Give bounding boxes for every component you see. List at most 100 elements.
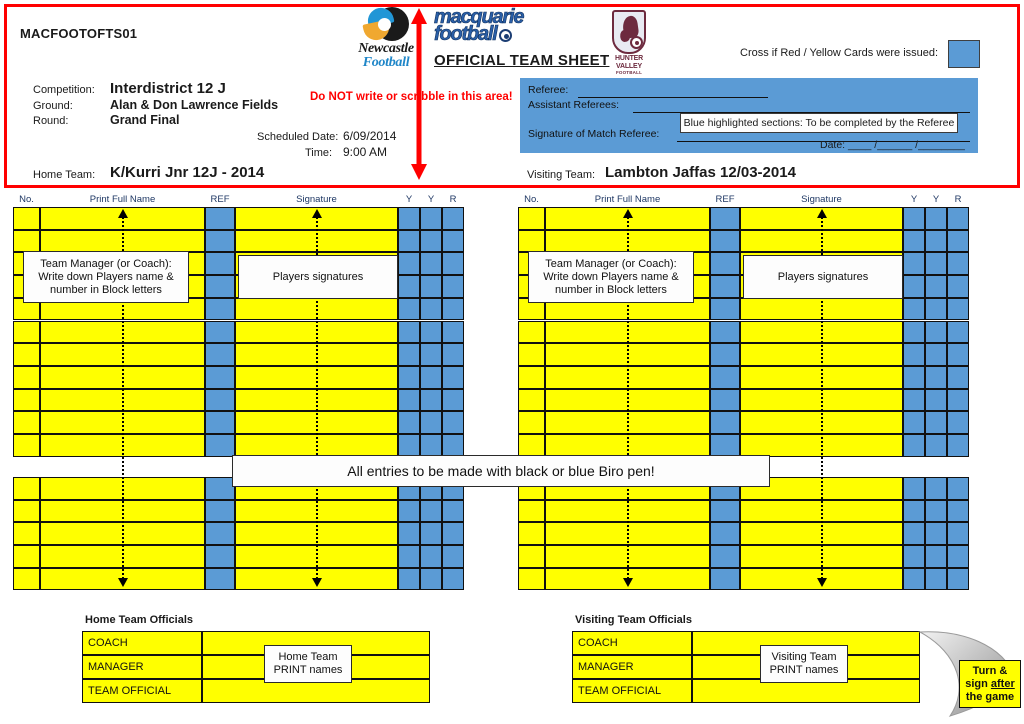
player-cell-visiting-upper-r10-c1[interactable] <box>518 411 545 434</box>
player-cell-home-upper-r11-c7[interactable] <box>442 434 464 457</box>
player-cell-home-upper-r2-c5[interactable] <box>398 229 420 253</box>
player-cell-visiting-upper-r10-c3[interactable] <box>710 411 740 434</box>
player-cell-visiting-upper-r10-c6[interactable] <box>925 411 947 434</box>
player-cell-home-upper-r5-c7[interactable] <box>442 297 464 321</box>
player-cell-home-upper-r1-c7[interactable] <box>442 207 464 230</box>
player-cell-visiting-upper-r9-c7[interactable] <box>947 388 969 412</box>
player-cell-home-upper-r9-c3[interactable] <box>205 388 235 412</box>
player-cell-visiting-upper-r11-c3[interactable] <box>710 434 740 457</box>
player-cell-home-upper-r9-c7[interactable] <box>442 388 464 412</box>
player-cell-visiting-lower-r2-c6[interactable] <box>925 499 947 523</box>
player-cell-home-lower-r3-c7[interactable] <box>442 522 464 546</box>
player-cell-visiting-upper-r7-c1[interactable] <box>518 343 545 366</box>
player-cell-visiting-upper-r10-c7[interactable] <box>947 411 969 434</box>
player-cell-home-lower-r2-c7[interactable] <box>442 499 464 523</box>
player-cell-home-upper-r3-c6[interactable] <box>420 252 442 276</box>
player-cell-visiting-upper-r6-c5[interactable] <box>903 320 925 344</box>
player-cell-home-upper-r10-c3[interactable] <box>205 411 235 434</box>
player-cell-visiting-upper-r4-c3[interactable] <box>710 275 740 298</box>
player-cell-visiting-upper-r7-c6[interactable] <box>925 343 947 366</box>
player-cell-home-upper-r1-c6[interactable] <box>420 207 442 230</box>
player-cell-home-upper-r3-c5[interactable] <box>398 252 420 276</box>
player-cell-visiting-upper-r3-c6[interactable] <box>925 252 947 276</box>
player-cell-visiting-upper-r4-c7[interactable] <box>947 275 969 298</box>
player-cell-home-lower-r4-c7[interactable] <box>442 545 464 568</box>
player-cell-home-upper-r4-c7[interactable] <box>442 275 464 298</box>
player-cell-home-upper-r10-c1[interactable] <box>13 411 40 434</box>
player-cell-home-lower-r2-c1[interactable] <box>13 499 40 523</box>
player-cell-visiting-upper-r1-c3[interactable] <box>710 207 740 230</box>
player-cell-home-upper-r8-c1[interactable] <box>13 365 40 389</box>
player-cell-home-lower-r4-c5[interactable] <box>398 545 420 568</box>
player-cell-home-upper-r7-c3[interactable] <box>205 343 235 366</box>
player-cell-home-lower-r5-c7[interactable] <box>442 567 464 591</box>
player-cell-home-upper-r6-c7[interactable] <box>442 320 464 344</box>
player-cell-home-upper-r9-c1[interactable] <box>13 388 40 412</box>
player-cell-home-lower-r2-c3[interactable] <box>205 499 235 523</box>
player-cell-home-upper-r1-c3[interactable] <box>205 207 235 230</box>
player-cell-home-lower-r2-c5[interactable] <box>398 499 420 523</box>
player-cell-visiting-upper-r5-c3[interactable] <box>710 297 740 321</box>
player-cell-home-lower-r3-c5[interactable] <box>398 522 420 546</box>
player-cell-visiting-upper-r9-c3[interactable] <box>710 388 740 412</box>
player-cell-home-upper-r8-c3[interactable] <box>205 365 235 389</box>
player-cell-visiting-lower-r5-c1[interactable] <box>518 567 545 591</box>
player-cell-visiting-upper-r2-c1[interactable] <box>518 229 545 253</box>
player-cell-visiting-upper-r4-c5[interactable] <box>903 275 925 298</box>
player-cell-visiting-upper-r11-c5[interactable] <box>903 434 925 457</box>
player-cell-home-lower-r3-c1[interactable] <box>13 522 40 546</box>
player-cell-visiting-upper-r7-c5[interactable] <box>903 343 925 366</box>
player-cell-visiting-lower-r4-c6[interactable] <box>925 545 947 568</box>
player-cell-visiting-upper-r7-c7[interactable] <box>947 343 969 366</box>
player-cell-home-upper-r11-c3[interactable] <box>205 434 235 457</box>
player-cell-visiting-lower-r3-c6[interactable] <box>925 522 947 546</box>
player-cell-visiting-lower-r1-c6[interactable] <box>925 477 947 500</box>
player-cell-visiting-lower-r3-c5[interactable] <box>903 522 925 546</box>
player-cell-visiting-lower-r4-c3[interactable] <box>710 545 740 568</box>
player-cell-visiting-upper-r6-c1[interactable] <box>518 320 545 344</box>
player-cell-visiting-lower-r1-c7[interactable] <box>947 477 969 500</box>
player-cell-visiting-lower-r5-c6[interactable] <box>925 567 947 591</box>
player-cell-visiting-lower-r4-c1[interactable] <box>518 545 545 568</box>
player-cell-home-upper-r1-c5[interactable] <box>398 207 420 230</box>
player-cell-visiting-upper-r5-c7[interactable] <box>947 297 969 321</box>
player-cell-visiting-upper-r11-c6[interactable] <box>925 434 947 457</box>
player-cell-visiting-upper-r2-c7[interactable] <box>947 229 969 253</box>
player-cell-home-upper-r8-c5[interactable] <box>398 365 420 389</box>
player-cell-visiting-lower-r2-c3[interactable] <box>710 499 740 523</box>
player-cell-visiting-lower-r1-c5[interactable] <box>903 477 925 500</box>
player-cell-visiting-upper-r3-c5[interactable] <box>903 252 925 276</box>
player-cell-home-upper-r2-c6[interactable] <box>420 229 442 253</box>
player-cell-visiting-lower-r2-c1[interactable] <box>518 499 545 523</box>
player-cell-visiting-lower-r2-c5[interactable] <box>903 499 925 523</box>
player-cell-home-lower-r5-c5[interactable] <box>398 567 420 591</box>
player-cell-home-upper-r5-c6[interactable] <box>420 297 442 321</box>
cards-issued-checkbox[interactable] <box>948 40 980 68</box>
player-cell-visiting-upper-r8-c5[interactable] <box>903 365 925 389</box>
player-cell-visiting-lower-r2-c7[interactable] <box>947 499 969 523</box>
player-cell-home-upper-r10-c7[interactable] <box>442 411 464 434</box>
player-cell-visiting-upper-r1-c7[interactable] <box>947 207 969 230</box>
player-cell-visiting-upper-r1-c6[interactable] <box>925 207 947 230</box>
player-cell-home-lower-r5-c6[interactable] <box>420 567 442 591</box>
player-cell-visiting-upper-r6-c7[interactable] <box>947 320 969 344</box>
player-cell-home-lower-r5-c1[interactable] <box>13 567 40 591</box>
player-cell-home-upper-r5-c3[interactable] <box>205 297 235 321</box>
player-cell-visiting-lower-r4-c5[interactable] <box>903 545 925 568</box>
player-cell-visiting-lower-r3-c3[interactable] <box>710 522 740 546</box>
player-cell-visiting-upper-r5-c6[interactable] <box>925 297 947 321</box>
player-cell-visiting-lower-r3-c1[interactable] <box>518 522 545 546</box>
player-cell-home-lower-r3-c6[interactable] <box>420 522 442 546</box>
player-cell-home-upper-r11-c1[interactable] <box>13 434 40 457</box>
player-cell-visiting-upper-r8-c3[interactable] <box>710 365 740 389</box>
player-cell-visiting-upper-r10-c5[interactable] <box>903 411 925 434</box>
player-cell-home-lower-r2-c6[interactable] <box>420 499 442 523</box>
player-cell-visiting-upper-r2-c5[interactable] <box>903 229 925 253</box>
player-cell-home-lower-r5-c3[interactable] <box>205 567 235 591</box>
player-cell-home-lower-r4-c3[interactable] <box>205 545 235 568</box>
player-cell-home-upper-r9-c6[interactable] <box>420 388 442 412</box>
player-cell-home-lower-r4-c6[interactable] <box>420 545 442 568</box>
player-cell-home-upper-r9-c5[interactable] <box>398 388 420 412</box>
player-cell-home-upper-r10-c5[interactable] <box>398 411 420 434</box>
player-cell-home-upper-r4-c5[interactable] <box>398 275 420 298</box>
